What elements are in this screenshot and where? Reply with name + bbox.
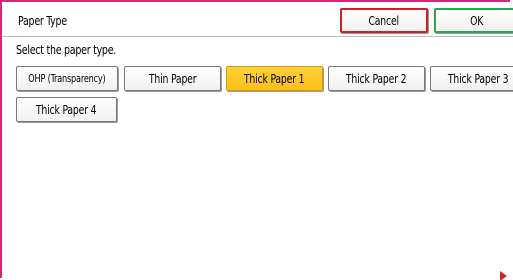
title-divider: [2, 36, 513, 37]
instruction-text: Select the paper type.: [16, 43, 117, 57]
paper-type-label: Thick Paper 3: [448, 71, 509, 86]
paper-type-thick-paper-4-button[interactable]: Thick Paper 4: [16, 97, 117, 122]
paper-type-thick-paper-1-button[interactable]: Thick Paper 1: [226, 66, 323, 91]
page-title: Paper Type: [18, 14, 67, 28]
ok-button[interactable]: OK: [434, 8, 513, 33]
paper-type-thick-paper-3-button[interactable]: Thick Paper 3: [430, 66, 513, 91]
paper-type-label: Thick Paper 2: [346, 71, 407, 86]
ok-button-label: OK: [469, 13, 484, 28]
paper-type-label: Thick Paper 4: [36, 102, 97, 117]
cancel-button-label: Cancel: [368, 13, 400, 28]
paper-type-thick-paper-2-button[interactable]: Thick Paper 2: [328, 66, 425, 91]
dialog-frame: [0, 0, 510, 278]
scroll-right-arrow-icon[interactable]: [500, 271, 507, 280]
paper-type-ohp-button[interactable]: OHP (Transparency): [16, 66, 118, 91]
paper-type-label: Thick Paper 1: [244, 71, 305, 86]
cancel-button[interactable]: Cancel: [340, 8, 428, 33]
paper-type-label: OHP (Transparency): [28, 72, 106, 85]
paper-type-thin-paper-button[interactable]: Thin Paper: [124, 66, 221, 91]
paper-type-label: Thin Paper: [148, 71, 197, 86]
